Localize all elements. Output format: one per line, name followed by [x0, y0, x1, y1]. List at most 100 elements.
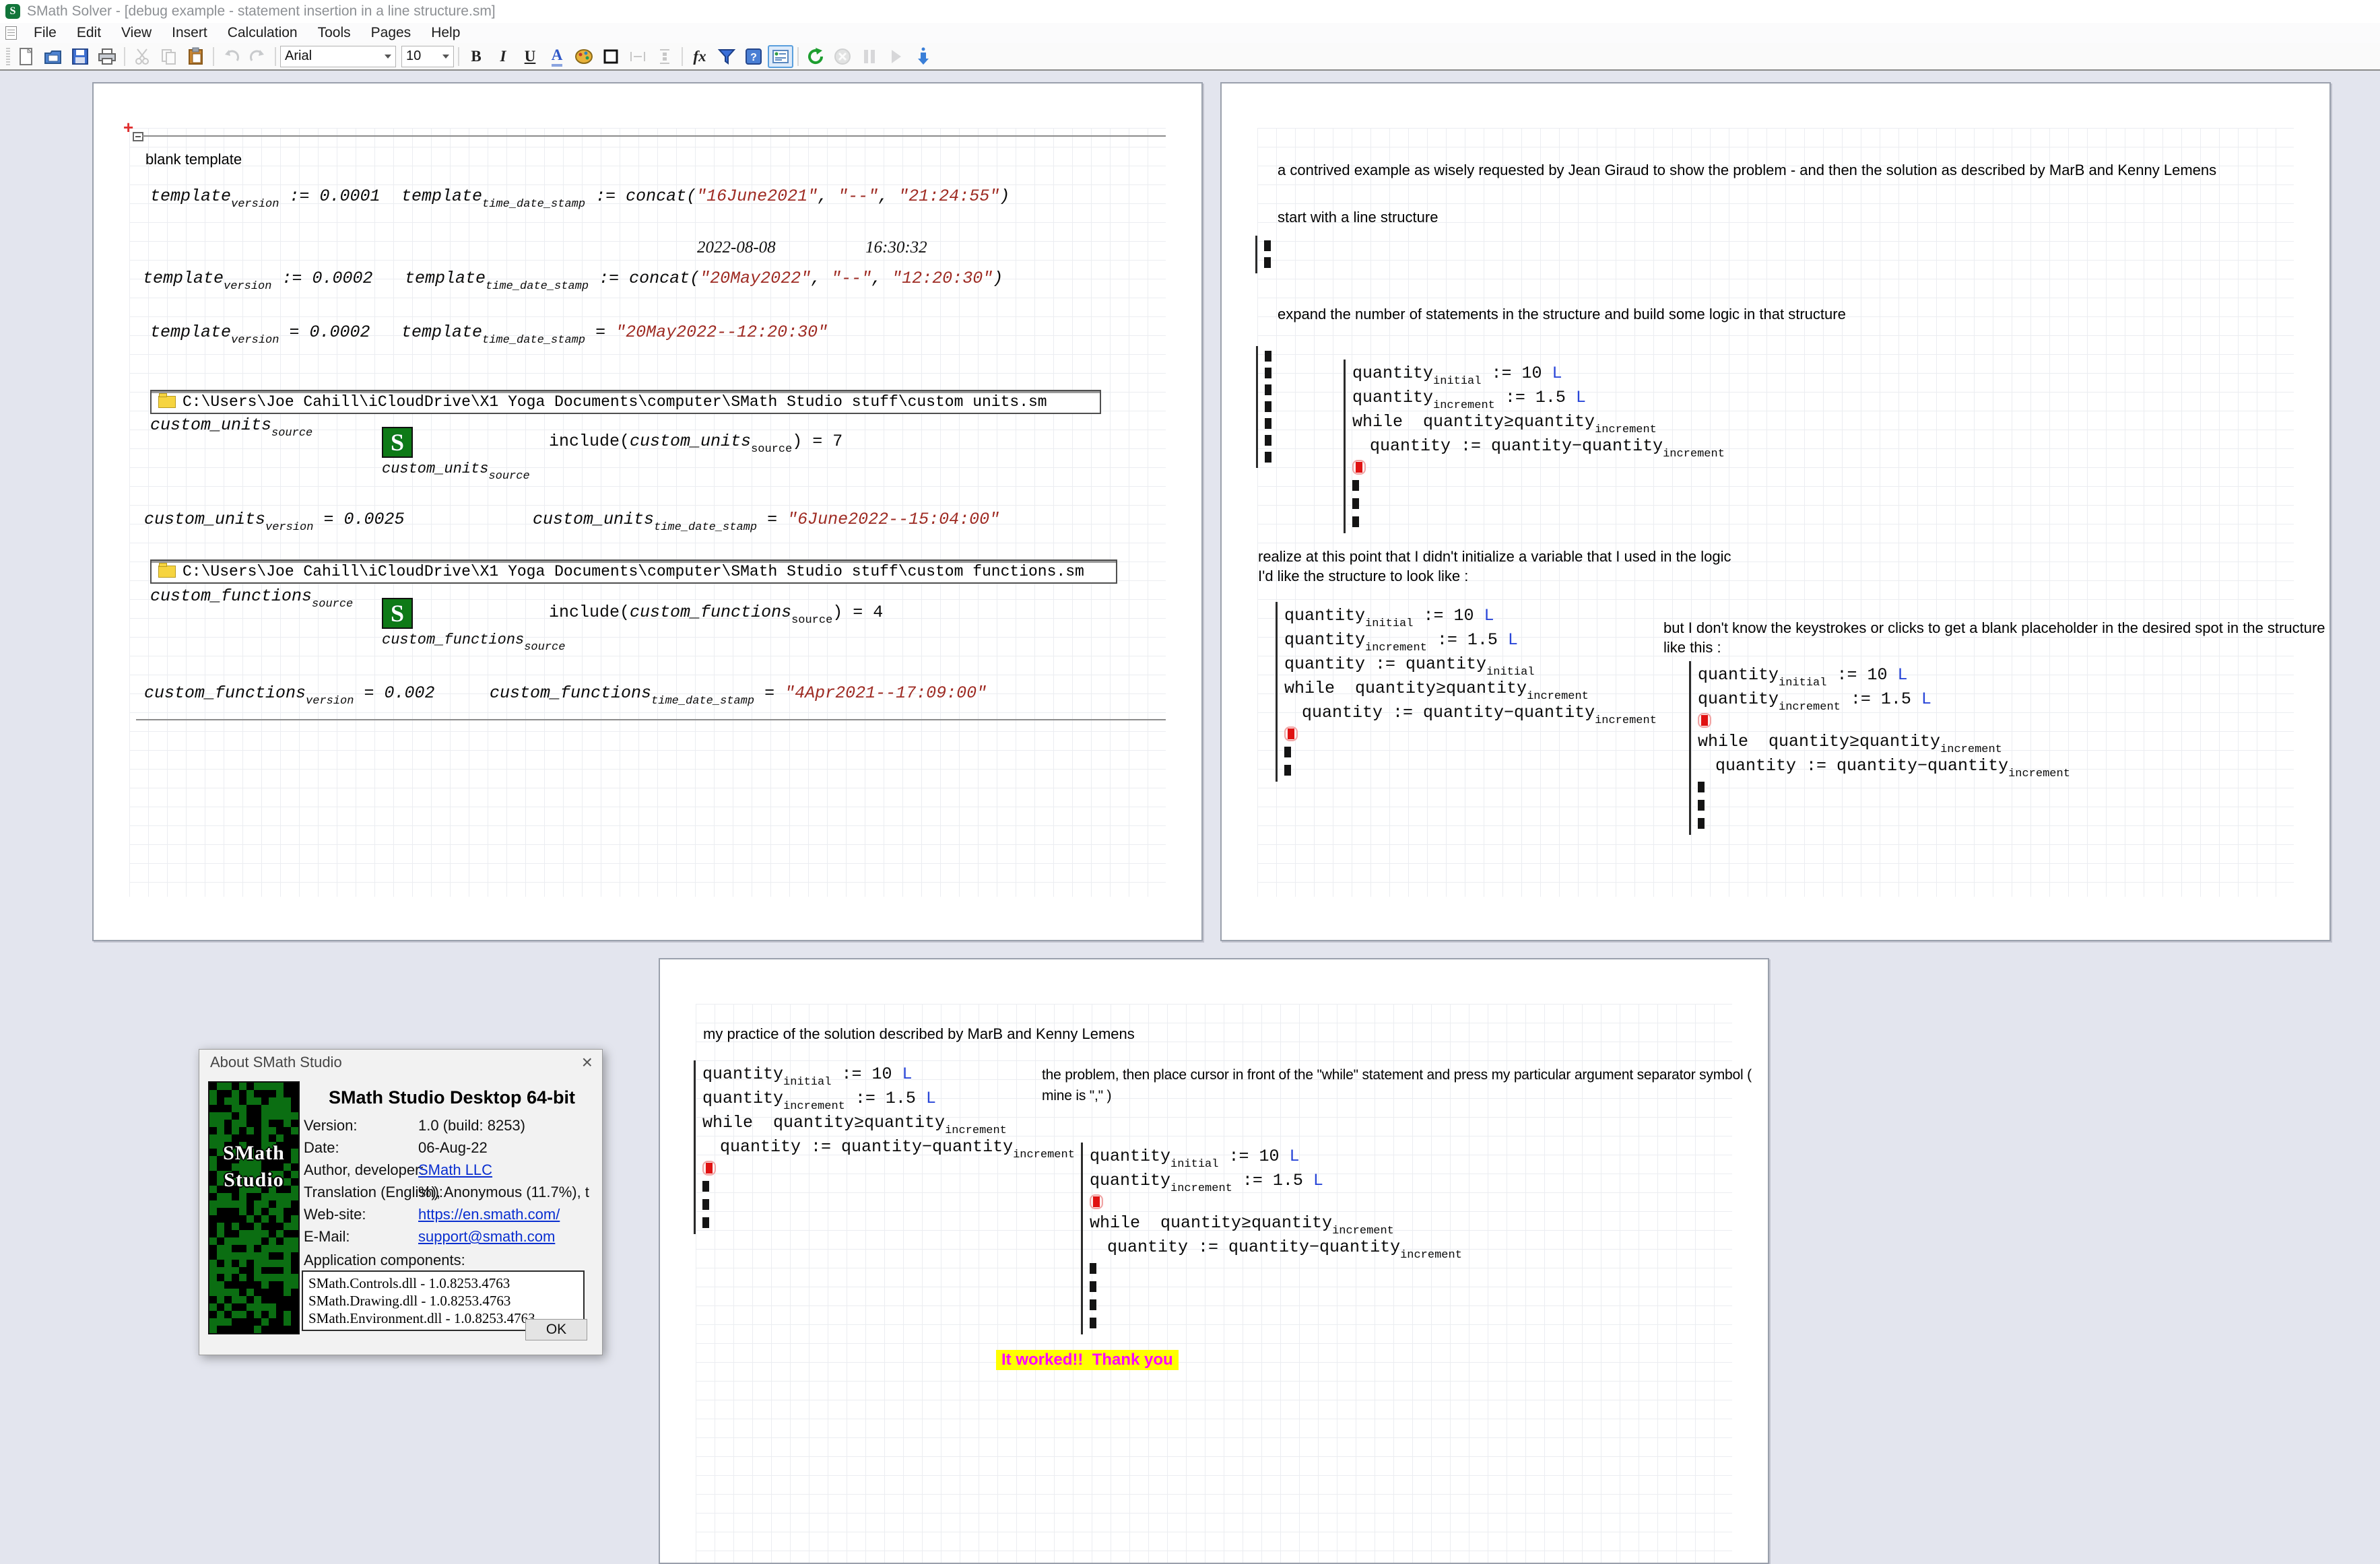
- code-block-practice[interactable]: quantityinitial := 10 Lquantityincrement…: [694, 1060, 1075, 1234]
- placeholder-icon[interactable]: [1090, 1318, 1096, 1328]
- filter-button[interactable]: [714, 45, 739, 68]
- smath-file-icon[interactable]: S: [382, 598, 413, 629]
- placeholder-icon[interactable]: [1265, 401, 1271, 412]
- bold-button[interactable]: B: [463, 45, 489, 68]
- math-template-version-result[interactable]: templateversion = 0.0002: [150, 320, 370, 345]
- math-include-units[interactable]: include(custom_unitssource) = 7: [549, 430, 842, 454]
- math-template-version-1[interactable]: templateversion := 0.0001: [150, 184, 380, 209]
- placeholder-icon[interactable]: [1264, 240, 1271, 251]
- close-icon[interactable]: ×: [582, 1052, 593, 1073]
- border-toggle-button[interactable]: [598, 45, 624, 68]
- math-functions-version[interactable]: custom_functionsversion = 0.002: [144, 681, 435, 706]
- play-button[interactable]: [884, 45, 909, 68]
- placeholder-icon[interactable]: [702, 1199, 709, 1210]
- print-button[interactable]: [94, 45, 120, 68]
- open-file-button[interactable]: [40, 45, 66, 68]
- placeholder-icon[interactable]: [1284, 747, 1291, 757]
- new-file-button[interactable]: [13, 45, 39, 68]
- placeholder-icon[interactable]: [1090, 1299, 1096, 1310]
- math-template-stamp-result[interactable]: templatetime_date_stamp = "20May2022--12…: [401, 320, 828, 345]
- website-link[interactable]: https://en.smath.com/: [418, 1206, 590, 1223]
- placeholder-icon[interactable]: [1265, 368, 1271, 378]
- placeholder-icon[interactable]: [1265, 435, 1271, 446]
- paste-button[interactable]: [183, 45, 209, 68]
- menu-insert[interactable]: Insert: [162, 23, 218, 43]
- underline-button[interactable]: U: [517, 45, 543, 68]
- placeholder-icon[interactable]: [1265, 418, 1271, 429]
- active-placeholder-icon[interactable]: [1093, 1196, 1100, 1207]
- math-template-version-2[interactable]: templateversion := 0.0002: [143, 267, 372, 291]
- insert-function-button[interactable]: fx: [687, 45, 713, 68]
- active-placeholder-icon[interactable]: [706, 1163, 713, 1174]
- undo-button[interactable]: [218, 45, 244, 68]
- description-toggle-button[interactable]: [768, 45, 793, 68]
- menu-tools[interactable]: Tools: [308, 23, 361, 43]
- font-name-select[interactable]: Arial: [280, 46, 396, 67]
- placeholder-icon[interactable]: [1265, 452, 1271, 463]
- math-units-stamp[interactable]: custom_unitstime_date_stamp = "6June2022…: [533, 508, 999, 532]
- collapse-region-icon[interactable]: [133, 132, 143, 141]
- math-custom-functions-source[interactable]: custom_functionssource: [150, 584, 353, 609]
- code-block-desired[interactable]: quantityinitial := 10 Lquantityincrement…: [1276, 602, 1657, 782]
- ok-button[interactable]: OK: [525, 1319, 587, 1340]
- menu-calculation[interactable]: Calculation: [218, 23, 308, 43]
- stop-button[interactable]: [830, 45, 855, 68]
- active-placeholder-icon[interactable]: [1356, 462, 1362, 473]
- placeholder-icon[interactable]: [1264, 257, 1271, 268]
- line-structure-empty[interactable]: [1255, 236, 1271, 273]
- math-template-stamp-2[interactable]: templatetime_date_stamp := concat("20May…: [405, 267, 1003, 291]
- menu-file[interactable]: File: [24, 23, 67, 43]
- recalculate-button[interactable]: [803, 45, 828, 68]
- menu-edit[interactable]: Edit: [67, 23, 111, 43]
- worksheet-page-2: a contrived example as wisely requested …: [1220, 82, 2331, 941]
- placeholder-icon[interactable]: [1698, 818, 1705, 829]
- active-placeholder-icon[interactable]: [1701, 715, 1708, 726]
- cut-button[interactable]: [129, 45, 155, 68]
- line-structure-placeholders[interactable]: [1256, 346, 1271, 468]
- author-link[interactable]: SMath LLC: [418, 1161, 590, 1179]
- placeholder-icon[interactable]: [1090, 1263, 1096, 1274]
- placeholder-icon[interactable]: [1265, 351, 1271, 362]
- math-custom-units-source[interactable]: custom_unitssource: [150, 413, 312, 438]
- code-block-solved[interactable]: quantityinitial := 10 Lquantityincrement…: [1081, 1143, 1462, 1334]
- step-button[interactable]: [911, 45, 936, 68]
- menu-pages[interactable]: Pages: [361, 23, 422, 43]
- smath-file-icon[interactable]: S: [382, 427, 413, 458]
- active-placeholder-icon[interactable]: [1288, 728, 1294, 739]
- email-link[interactable]: support@smath.com: [418, 1228, 590, 1246]
- placeholder-icon[interactable]: [1352, 498, 1359, 509]
- placeholder-icon[interactable]: [1284, 765, 1291, 776]
- custom-units-file-path[interactable]: C:\Users\Joe Cahill\iCloudDrive\X1 Yoga …: [150, 390, 1101, 414]
- menu-view[interactable]: View: [111, 23, 162, 43]
- document-icon[interactable]: [5, 26, 17, 40]
- copy-button[interactable]: [156, 45, 182, 68]
- code-block-while-loop[interactable]: quantityinitial := 10 Lquantityincrement…: [1344, 360, 1725, 533]
- italic-button[interactable]: I: [490, 45, 516, 68]
- horizontal-spacing-button[interactable]: [625, 45, 651, 68]
- menu-help[interactable]: Help: [421, 23, 470, 43]
- math-template-stamp-1[interactable]: templatetime_date_stamp := concat("16Jun…: [401, 184, 1010, 209]
- math-functions-stamp[interactable]: custom_functionstime_date_stamp = "4Apr2…: [490, 681, 987, 706]
- placeholder-icon[interactable]: [702, 1217, 709, 1228]
- math-units-version[interactable]: custom_unitsversion = 0.0025: [144, 508, 404, 532]
- placeholder-icon[interactable]: [1265, 384, 1271, 395]
- region-anchor-icon[interactable]: +: [123, 117, 133, 138]
- placeholder-icon[interactable]: [1090, 1281, 1096, 1292]
- redo-button[interactable]: [245, 45, 271, 68]
- background-color-button[interactable]: [571, 45, 597, 68]
- placeholder-icon[interactable]: [1698, 800, 1705, 811]
- placeholder-icon[interactable]: [702, 1181, 709, 1192]
- save-button[interactable]: [67, 45, 93, 68]
- placeholder-icon[interactable]: [1352, 480, 1359, 491]
- font-size-select[interactable]: 10: [401, 46, 454, 67]
- custom-functions-file-path[interactable]: C:\Users\Joe Cahill\iCloudDrive\X1 Yoga …: [150, 559, 1117, 584]
- vertical-spacing-button[interactable]: [652, 45, 677, 68]
- pause-button[interactable]: [857, 45, 882, 68]
- math-include-functions[interactable]: include(custom_functionssource) = 4: [549, 601, 883, 625]
- placeholder-icon[interactable]: [1698, 782, 1705, 792]
- unit-button[interactable]: ?: [741, 45, 766, 68]
- font-color-button[interactable]: A: [544, 45, 570, 68]
- placeholder-icon[interactable]: [1352, 516, 1359, 527]
- code-block-with-blank[interactable]: quantityinitial := 10 Lquantityincrement…: [1689, 661, 2070, 835]
- folder-icon: [158, 396, 176, 408]
